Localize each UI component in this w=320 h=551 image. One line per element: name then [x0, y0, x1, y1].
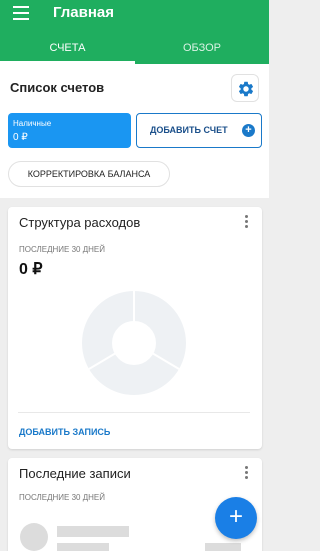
tab-overview[interactable]: ОБЗОР [135, 40, 269, 64]
period-label: ПОСЛЕДНИЕ 30 ДНЕЙ [19, 245, 105, 254]
plus-circle-icon: + [242, 124, 255, 137]
avatar-placeholder [20, 523, 48, 551]
text-placeholder [205, 543, 241, 551]
recent-title: Последние записи [19, 466, 131, 481]
menu-icon[interactable] [13, 6, 29, 20]
add-record-link[interactable]: ДОБАВИТЬ ЗАПИСЬ [19, 427, 110, 437]
more-vertical-icon[interactable] [245, 215, 248, 229]
card-divider [18, 412, 250, 413]
expenses-card: Структура расходов ПОСЛЕДНИЕ 30 ДНЕЙ 0 ₽… [8, 207, 262, 449]
add-fab-button[interactable]: + [215, 497, 257, 539]
app-bar: Главная СЧЕТА ОБЗОР [0, 0, 269, 64]
accounts-panel: Список счетов Наличные 0 ₽ ДОБАВИТЬ СЧЕТ… [0, 64, 269, 198]
balance-adjust-button[interactable]: КОРРЕКТИРОВКА БАЛАНСА [8, 161, 170, 187]
gear-icon [238, 81, 254, 97]
add-account-button[interactable]: ДОБАВИТЬ СЧЕТ + [136, 113, 262, 148]
account-name: Наличные [13, 119, 52, 128]
text-placeholder [57, 543, 109, 551]
add-account-label: ДОБАВИТЬ СЧЕТ [150, 125, 228, 135]
account-card-cash[interactable]: Наличные 0 ₽ [8, 113, 131, 148]
settings-button[interactable] [231, 74, 259, 102]
page-title: Главная [53, 4, 115, 21]
expenses-title: Структура расходов [19, 215, 141, 230]
expense-donut-placeholder [82, 291, 186, 395]
account-balance: 0 ₽ [13, 132, 28, 143]
accounts-title: Список счетов [10, 80, 105, 95]
period-label: ПОСЛЕДНИЕ 30 ДНЕЙ [19, 493, 105, 502]
more-vertical-icon[interactable] [245, 466, 248, 480]
text-placeholder [57, 526, 129, 537]
expenses-total: 0 ₽ [19, 261, 43, 278]
